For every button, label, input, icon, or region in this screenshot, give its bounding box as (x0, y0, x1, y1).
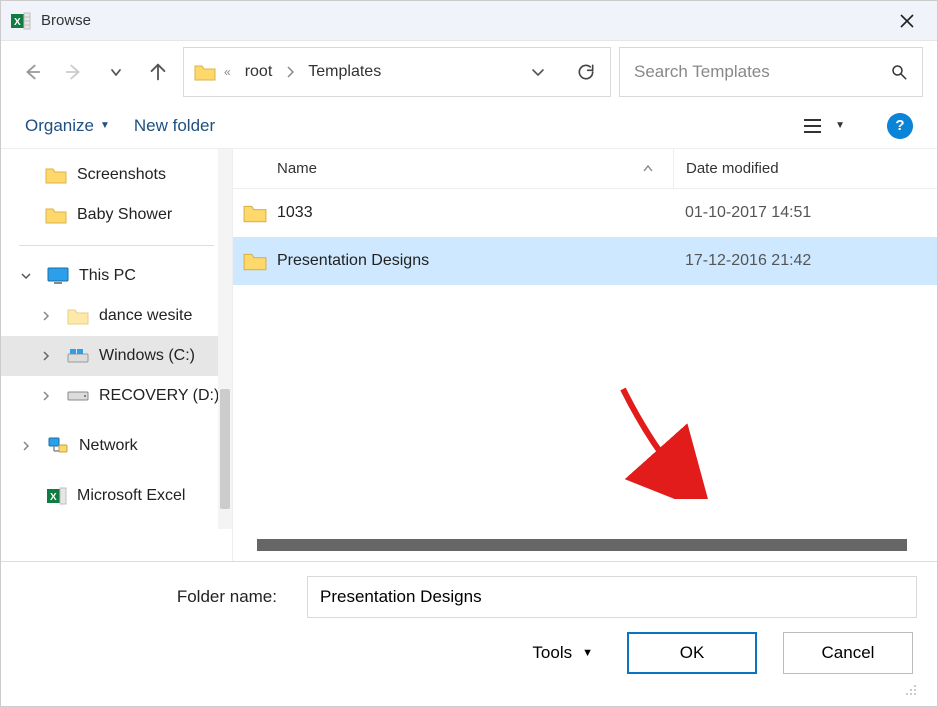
folder-icon (233, 203, 277, 223)
file-date: 17-12-2016 21:42 (673, 252, 811, 270)
chevron-down-icon (21, 271, 37, 281)
sort-indicator-icon (643, 165, 653, 173)
column-name-label: Name (277, 160, 317, 177)
folder-icon (67, 307, 89, 325)
excel-icon: X (11, 11, 31, 31)
column-headers: Name Date modified (233, 149, 937, 189)
caret-down-icon: ▼ (582, 647, 593, 659)
sidebar-item-label: Microsoft Excel (77, 487, 232, 505)
column-date-label: Date modified (686, 160, 779, 177)
sidebar-item-screenshots[interactable]: Screenshots (1, 155, 232, 195)
resize-grip-icon[interactable] (903, 682, 917, 696)
svg-text:X: X (50, 492, 57, 503)
title-bar: X Browse (1, 1, 937, 41)
sidebar-item-label: Baby Shower (77, 206, 232, 224)
file-row[interactable]: 1033 01-10-2017 14:51 (233, 189, 937, 237)
chevron-right-icon (21, 441, 37, 451)
chevron-right-icon (41, 311, 57, 321)
search-icon[interactable] (890, 63, 908, 81)
sidebar-item-excel[interactable]: X Microsoft Excel (1, 476, 232, 516)
ok-button[interactable]: OK (627, 632, 757, 674)
sidebar-item-thispc[interactable]: This PC (1, 256, 232, 296)
address-bar[interactable]: « root Templates (183, 47, 611, 97)
sidebar-item-babyshower[interactable]: Baby Shower (1, 195, 232, 235)
file-list: Name Date modified 1033 01-10-2017 14:51 (233, 149, 937, 561)
main-area: Screenshots Baby Shower This PC (1, 149, 937, 561)
file-row[interactable]: Presentation Designs 17-12-2016 21:42 (233, 237, 937, 285)
folder-name-label: Folder name: (21, 587, 293, 607)
search-input[interactable] (634, 62, 890, 82)
file-date: 01-10-2017 14:51 (673, 204, 811, 222)
sidebar-item-windows-c[interactable]: Windows (C:) (1, 336, 232, 376)
sidebar-item-network[interactable]: Network (1, 426, 232, 466)
network-icon (47, 437, 69, 455)
tools-label: Tools (532, 643, 572, 663)
sidebar-item-recovery-d[interactable]: RECOVERY (D:) (1, 376, 232, 416)
ok-label: OK (680, 643, 705, 663)
separator (19, 245, 214, 246)
folder-icon (194, 63, 216, 81)
scrollbar[interactable] (218, 149, 232, 529)
folder-icon (233, 251, 277, 271)
column-name[interactable]: Name (233, 160, 673, 177)
horizontal-scrollbar[interactable] (257, 539, 907, 551)
folder-name-input[interactable] (307, 576, 917, 618)
svg-text:X: X (14, 17, 21, 28)
folder-icon (45, 166, 67, 184)
breadcrumb-root[interactable]: root (239, 63, 279, 81)
sidebar-item-label: Network (79, 437, 232, 455)
breadcrumb-templates[interactable]: Templates (302, 63, 387, 81)
nav-row: « root Templates (1, 41, 937, 103)
caret-down-icon: ▼ (100, 120, 110, 131)
organize-label: Organize (25, 116, 94, 136)
organize-menu[interactable]: Organize ▼ (25, 116, 110, 136)
new-folder-button[interactable]: New folder (134, 116, 215, 136)
sidebar-item-label: RECOVERY (D:) (99, 387, 232, 405)
drive-icon (67, 348, 89, 364)
chevron-right-icon (41, 351, 57, 361)
address-dropdown-button[interactable] (530, 64, 546, 80)
nav-forward-button[interactable] (57, 55, 91, 89)
caret-down-icon: ▼ (835, 120, 845, 131)
cancel-label: Cancel (822, 643, 875, 663)
nav-back-button[interactable] (15, 55, 49, 89)
folder-icon (45, 206, 67, 224)
sidebar-item-label: Screenshots (77, 166, 232, 184)
bottom-panel: Folder name: Tools ▼ OK Cancel (1, 561, 937, 706)
chevron-right-icon (282, 66, 298, 78)
file-name: Presentation Designs (277, 252, 673, 270)
recent-locations-button[interactable] (99, 55, 133, 89)
help-button[interactable]: ? (887, 113, 913, 139)
sidebar-item-label: dance wesite (99, 307, 232, 325)
annotation-arrow (603, 379, 723, 499)
search-box[interactable] (619, 47, 923, 97)
new-folder-label: New folder (134, 116, 215, 136)
monitor-icon (47, 267, 69, 285)
navigation-pane[interactable]: Screenshots Baby Shower This PC (1, 149, 233, 561)
window-title: Browse (41, 12, 883, 29)
file-name: 1033 (277, 204, 673, 222)
change-view-button[interactable]: ▼ (803, 117, 845, 135)
scrollbar-thumb[interactable] (220, 389, 230, 509)
chevron-right-icon (41, 391, 57, 401)
browse-dialog: X Browse « r (0, 0, 938, 707)
cancel-button[interactable]: Cancel (783, 632, 913, 674)
sidebar-item-dancewesite[interactable]: dance wesite (1, 296, 232, 336)
excel-icon: X (47, 486, 67, 506)
nav-up-button[interactable] (141, 55, 175, 89)
tools-menu[interactable]: Tools ▼ (532, 643, 593, 663)
toolbar: Organize ▼ New folder ▼ ? (1, 103, 937, 149)
drive-icon (67, 389, 89, 403)
column-date[interactable]: Date modified (673, 149, 937, 188)
refresh-button[interactable] (572, 62, 600, 82)
chevron-left-icon: « (220, 65, 235, 79)
sidebar-item-label: Windows (C:) (99, 347, 232, 365)
sidebar-item-label: This PC (79, 267, 232, 285)
close-button[interactable] (883, 1, 931, 41)
